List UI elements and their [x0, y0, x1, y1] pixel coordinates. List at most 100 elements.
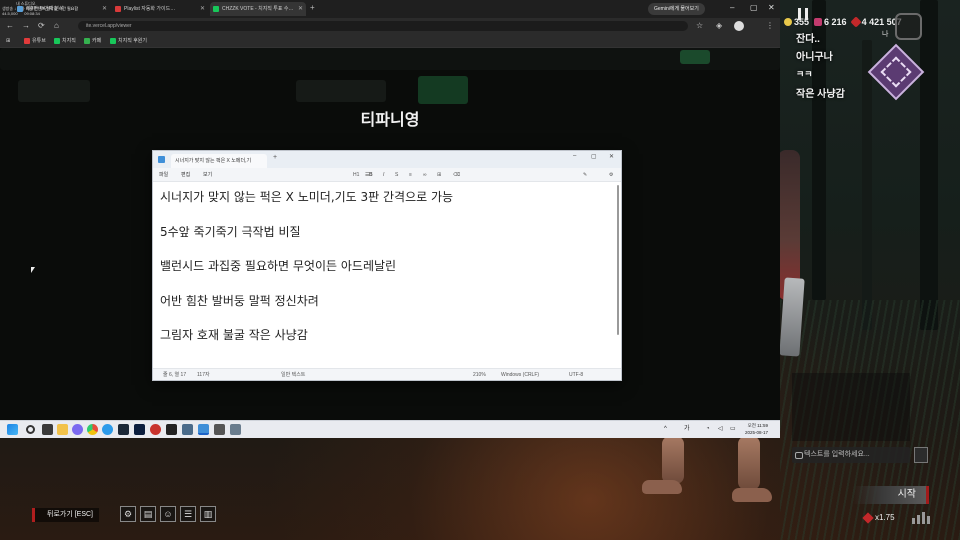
- app-icon[interactable]: [214, 424, 225, 435]
- tab-bar: 내 스튜디오 생방송 ↓ 내가 다른 컨텐츠 생각할 시간 필요함 44.5,0…: [0, 0, 780, 18]
- chrome-icon[interactable]: [87, 424, 98, 435]
- list-bullet-icon[interactable]: ≡: [409, 168, 412, 182]
- bookmark-item[interactable]: 치지직: [54, 36, 76, 46]
- menu-edit[interactable]: 편집: [181, 168, 190, 182]
- chat-send-button[interactable]: [914, 447, 928, 463]
- windows-start-icon[interactable]: [7, 424, 18, 435]
- content-panel: [18, 80, 90, 102]
- network-icon[interactable]: ◔: [706, 424, 710, 435]
- tab-close-icon[interactable]: ✕: [298, 2, 303, 16]
- stats-icon[interactable]: ▥: [200, 506, 216, 522]
- menu-dots-icon[interactable]: ⋮: [766, 21, 774, 30]
- profile-icon[interactable]: [734, 21, 744, 31]
- notepad-app-icon: [158, 156, 165, 163]
- home-icon[interactable]: ⌂: [54, 21, 59, 30]
- app-icon[interactable]: [150, 424, 161, 435]
- apps-grid-icon[interactable]: ⊞: [6, 36, 10, 46]
- minimize-icon[interactable]: –: [730, 3, 734, 12]
- quests-icon[interactable]: ☰: [180, 506, 196, 522]
- extensions-icon[interactable]: ◈: [716, 21, 722, 30]
- back-icon[interactable]: ←: [6, 21, 14, 30]
- text-line: 5수앞 죽기죽기 극작법 비질: [160, 225, 301, 239]
- url-field[interactable]: ite.vercel.app/viewer: [78, 21, 688, 31]
- gemini-button[interactable]: Gemini에게 물어보기: [648, 3, 705, 15]
- maximize-icon[interactable]: ▢: [750, 3, 758, 12]
- cursor-position: 줄 6, 열 17: [163, 372, 187, 378]
- encoding: UTF-8: [569, 372, 584, 378]
- menu-bars-icon[interactable]: [912, 510, 930, 524]
- bloodpoint-multiplier: x1.75: [862, 511, 895, 524]
- search-icon[interactable]: [26, 425, 35, 434]
- survivor-foot-left: [642, 480, 682, 494]
- clear-format-icon[interactable]: ⌫: [453, 168, 460, 182]
- volume-icon[interactable]: ◁: [718, 424, 723, 435]
- back-button[interactable]: 뒤로가기 [ESC]: [32, 508, 99, 522]
- profile-frame[interactable]: [895, 13, 922, 40]
- ai-icon[interactable]: ✎: [583, 168, 587, 182]
- taskbar-clock[interactable]: 오전 11:59 2025-08-17: [745, 422, 768, 436]
- tab-close-icon[interactable]: ✕: [200, 2, 205, 16]
- heading-dropdown[interactable]: H1: [353, 168, 359, 182]
- settings-gear-icon[interactable]: ⚙: [120, 506, 136, 522]
- tab-favicon-icon: [115, 6, 121, 12]
- close-window-icon[interactable]: ✕: [768, 3, 775, 12]
- chat-input[interactable]: 텍스트를 입력하세요...: [792, 447, 910, 463]
- notepad-editor[interactable]: 시너지가 맞지 않는 퍽은 X 노미더,기도 3판 간격으로 가능 5수앞 죽기…: [153, 182, 621, 369]
- maximize-icon[interactable]: ▢: [591, 153, 597, 160]
- chat-message: 작은 사냥감: [796, 89, 845, 100]
- app-icon[interactable]: [230, 424, 241, 435]
- survivor-foot-right: [732, 488, 772, 502]
- content-panel[interactable]: [418, 76, 468, 104]
- browser-icon[interactable]: [102, 424, 113, 435]
- steam-icon[interactable]: [118, 424, 129, 435]
- bookmark-label: 카페: [92, 38, 102, 44]
- battery-icon[interactable]: ▭: [730, 424, 736, 435]
- table-icon[interactable]: ⊞: [437, 168, 441, 182]
- close-window-icon[interactable]: ✕: [609, 153, 614, 160]
- notepad-taskbar-icon[interactable]: [198, 424, 209, 435]
- photoshop-icon[interactable]: [134, 424, 145, 435]
- bookmark-item[interactable]: 치지직 후원기: [110, 36, 147, 46]
- game-toolbar: ⚙ ▤ ☺ ☰ ▥: [120, 506, 216, 522]
- header-button[interactable]: [680, 50, 710, 64]
- tab-active[interactable]: CHZZK VOTE - 치지직 투표 수… ✕: [210, 2, 306, 16]
- tab-close-icon[interactable]: ✕: [102, 2, 107, 16]
- start-button[interactable]: 시작: [853, 486, 929, 504]
- currency-auric-cells: 6 216: [814, 17, 847, 27]
- tab-favicon-icon: [17, 6, 23, 12]
- tab[interactable]: 제3탄 두번째 분석 ✕: [14, 2, 110, 16]
- tray-chevron-icon[interactable]: ^: [664, 424, 667, 435]
- task-view-icon[interactable]: [42, 424, 53, 435]
- file-explorer-icon[interactable]: [57, 424, 68, 435]
- notepad-tab[interactable]: 시너지가 맞지 않는 퍽은 X 노메더,기: [171, 154, 267, 168]
- bookmark-item[interactable]: 카페: [84, 36, 101, 46]
- forward-icon[interactable]: →: [22, 21, 30, 30]
- chat-message: 잔다..: [796, 34, 820, 45]
- header-bar: [0, 48, 780, 70]
- scrollbar[interactable]: [617, 185, 619, 335]
- friends-icon[interactable]: ☺: [160, 506, 176, 522]
- bloodpoint-icon: [849, 16, 862, 28]
- menu-view[interactable]: 보기: [203, 168, 212, 182]
- link-icon[interactable]: ∞: [423, 168, 427, 182]
- store-icon[interactable]: ▤: [140, 506, 156, 522]
- new-tab-icon[interactable]: +: [310, 3, 315, 12]
- strikethrough-icon[interactable]: S: [395, 168, 398, 182]
- char-count: 117자: [197, 372, 210, 378]
- reload-icon[interactable]: ⟳: [38, 21, 45, 30]
- clock-date: 2025-08-17: [745, 430, 769, 435]
- app-icon[interactable]: [182, 424, 193, 435]
- discord-icon[interactable]: [72, 424, 83, 435]
- ime-indicator[interactable]: 가: [684, 424, 690, 435]
- italic-icon[interactable]: I: [383, 168, 384, 182]
- settings-gear-icon[interactable]: ⚙: [609, 168, 613, 182]
- new-tab-icon[interactable]: +: [273, 154, 277, 161]
- bookmark-item[interactable]: 유튜브: [24, 36, 46, 46]
- menu-file[interactable]: 파일: [159, 168, 168, 182]
- bold-icon[interactable]: B: [369, 168, 373, 182]
- app-icon[interactable]: [166, 424, 177, 435]
- address-bar: ← → ⟳ ⌂ ite.vercel.app/viewer ☆ ◈ ⋮: [0, 18, 780, 34]
- tab[interactable]: Playlist 자동화 가이드… ✕: [112, 2, 208, 16]
- minimize-icon[interactable]: –: [573, 153, 576, 159]
- bookmark-star-icon[interactable]: ☆: [696, 21, 703, 30]
